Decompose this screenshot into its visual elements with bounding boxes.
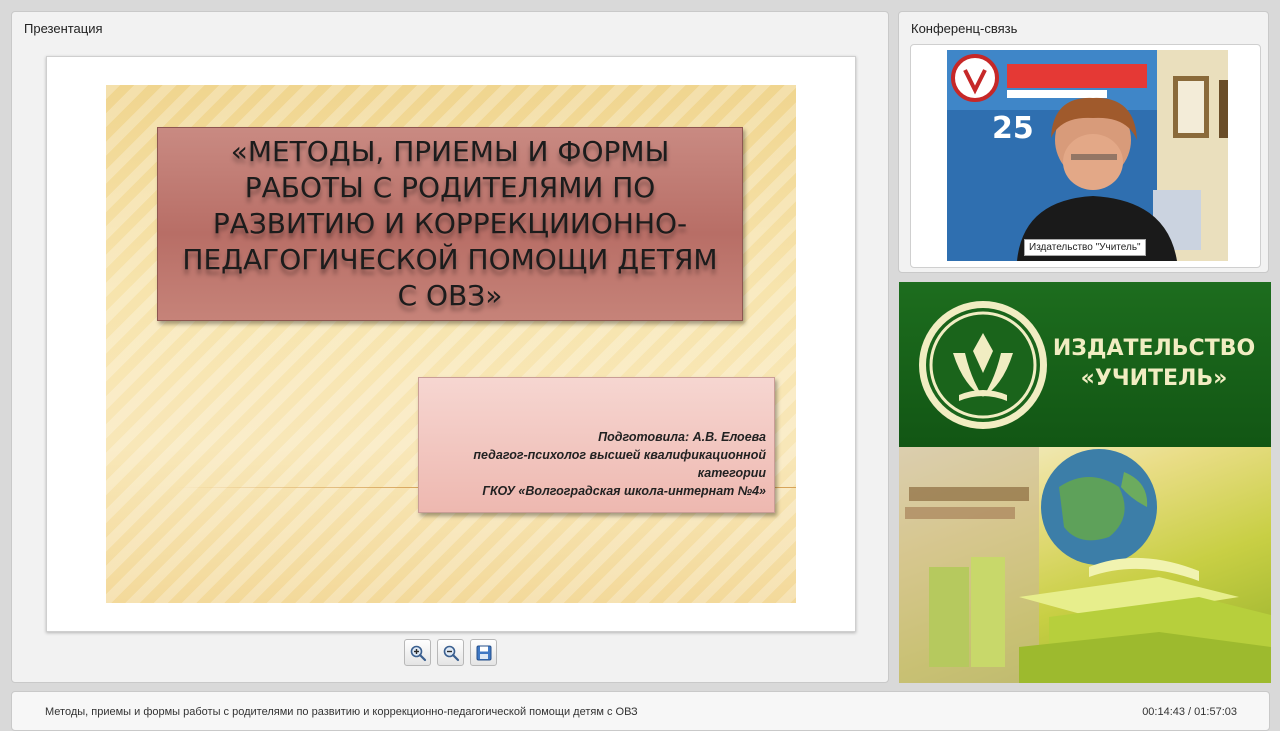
presentation-panel: Презентация «МЕТОДЫ, ПРИЕМЫ И ФОРМЫ РАБО… [11, 11, 889, 683]
slide-title-box: «МЕТОДЫ, ПРИЕМЫ И ФОРМЫ РАБОТЫ С РОДИТЕЛ… [157, 127, 743, 321]
publisher-name-line1: ИЗДАТЕЛЬСТВО [1052, 336, 1256, 361]
video-participant-label: Издательство "Учитель" [1024, 239, 1146, 256]
publisher-name-line2: «УЧИТЕЛЬ» [1080, 366, 1228, 391]
slide-author-position: педагог-психолог высшей квалификационной… [473, 448, 766, 480]
zoom-in-icon [410, 645, 426, 661]
slide-toolbar [404, 639, 497, 667]
zoom-out-button[interactable] [437, 639, 464, 666]
publisher-name: ИЗДАТЕЛЬСТВО «УЧИТЕЛЬ» [1049, 334, 1259, 394]
publisher-logo-icon [919, 301, 1047, 429]
slide-title: «МЕТОДЫ, ПРИЕМЫ И ФОРМЫ РАБОТЫ С РОДИТЕЛ… [182, 135, 718, 312]
publisher-banner: ИЗДАТЕЛЬСТВО «УЧИТЕЛЬ» [899, 282, 1271, 683]
zoom-out-icon [443, 645, 459, 661]
conference-panel-title: Конференц-связь [911, 21, 1018, 36]
presentation-panel-title: Презентация [24, 21, 103, 36]
conference-panel: Конференц-связь 25 Издательство "Учитель… [898, 11, 1269, 273]
slide: «МЕТОДЫ, ПРИЕМЫ И ФОРМЫ РАБОТЫ С РОДИТЕЛ… [106, 85, 796, 603]
slide-author-name: Подготовила: А.В. Елоева [598, 430, 766, 444]
save-button[interactable] [470, 639, 497, 666]
slide-author-school: ГКОУ «Волгоградская школа-интернат №4» [482, 484, 766, 498]
lecture-title: Методы, приемы и формы работы с родителя… [45, 706, 638, 718]
books-globe-illustration [899, 447, 1271, 683]
zoom-in-button[interactable] [404, 639, 431, 666]
slide-author-box: Подготовила: А.В. Елоева педагог-психоло… [418, 377, 775, 513]
video-scene-illustration: 25 [947, 50, 1228, 261]
playback-time: 00:14:43 / 01:57:03 [1142, 706, 1237, 718]
player-footer: Методы, приемы и формы работы с родителя… [11, 691, 1270, 731]
publisher-banner-image [899, 447, 1271, 683]
publisher-banner-header: ИЗДАТЕЛЬСТВО «УЧИТЕЛЬ» [899, 282, 1271, 447]
video-feed[interactable]: 25 Издательство "Учитель" [947, 50, 1228, 261]
slide-frame: «МЕТОДЫ, ПРИЕМЫ И ФОРМЫ РАБОТЫ С РОДИТЕЛ… [46, 56, 856, 632]
save-icon [476, 645, 491, 660]
video-frame: 25 Издательство "Учитель" [910, 44, 1261, 268]
svg-text:25: 25 [992, 111, 1034, 146]
